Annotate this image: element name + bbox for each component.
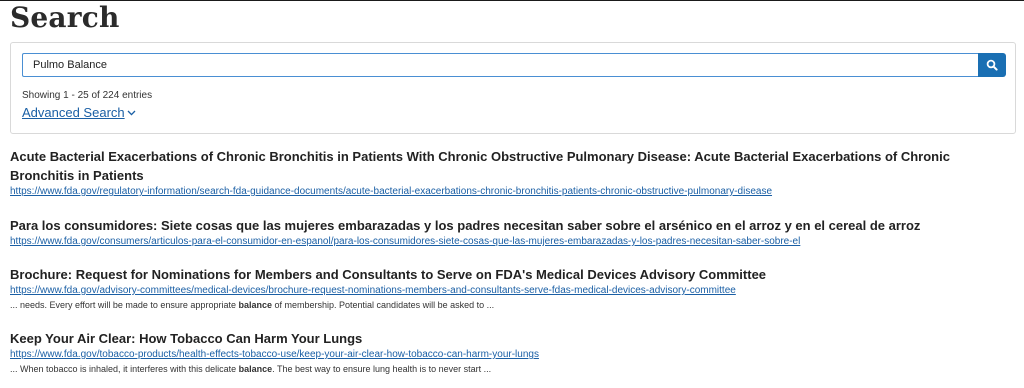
snippet-text: . The best way to ensure lung health is … [272, 364, 492, 374]
snippet-text: ... When tobacco is inhaled, it interfer… [10, 364, 239, 374]
entries-count: Showing 1 - 25 of 224 entries [22, 90, 153, 101]
search-result: Acute Bacterial Exacerbations of Chronic… [10, 147, 1010, 199]
snippet-highlight: balance [238, 300, 272, 310]
result-snippet: ... needs. Every effort will be made to … [10, 298, 1010, 313]
search-result: Brochure: Request for Nominations for Me… [10, 265, 1010, 313]
search-result: Para los consumidores: Siete cosas que l… [10, 216, 1010, 249]
search-result: Keep Your Air Clear: How Tobacco Can Har… [10, 329, 1010, 377]
advanced-search-toggle[interactable]: Advanced Search [22, 105, 136, 120]
search-button[interactable] [978, 53, 1006, 77]
top-border [0, 0, 1024, 1]
result-snippet: ... When tobacco is inhaled, it interfer… [10, 362, 1010, 377]
result-title[interactable]: Para los consumidores: Siete cosas que l… [10, 216, 1010, 235]
result-title[interactable]: Acute Bacterial Exacerbations of Chronic… [10, 147, 1010, 185]
chevron-down-icon [127, 110, 136, 116]
result-title[interactable]: Keep Your Air Clear: How Tobacco Can Har… [10, 329, 1010, 348]
search-icon [986, 59, 998, 71]
search-input[interactable] [22, 53, 978, 77]
result-url[interactable]: https://www.fda.gov/tobacco-products/hea… [10, 348, 1010, 362]
page-title: Search [10, 1, 120, 34]
snippet-text: of membership. Potential candidates will… [272, 300, 495, 310]
snippet-text: ... needs. Every effort will be made to … [10, 300, 239, 310]
advanced-search-label: Advanced Search [22, 105, 125, 120]
result-url[interactable]: https://www.fda.gov/consumers/articulos-… [10, 235, 1010, 249]
search-panel: Showing 1 - 25 of 224 entries Advanced S… [10, 42, 1016, 134]
result-url[interactable]: https://www.fda.gov/advisory-committees/… [10, 284, 1010, 298]
result-title[interactable]: Brochure: Request for Nominations for Me… [10, 265, 1010, 284]
snippet-highlight: balance [238, 364, 273, 374]
result-url[interactable]: https://www.fda.gov/regulatory-informati… [10, 185, 1010, 199]
